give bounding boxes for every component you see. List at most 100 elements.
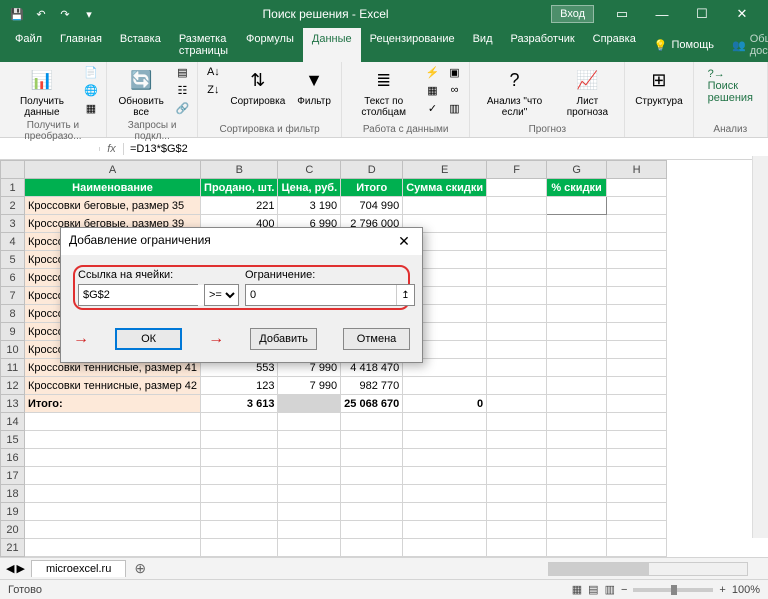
tab-review[interactable]: Рецензирование bbox=[361, 28, 464, 62]
horizontal-scrollbar[interactable] bbox=[154, 562, 768, 576]
sort-za-icon[interactable]: Z↓ bbox=[204, 82, 222, 98]
queries-icon[interactable]: ▤ bbox=[173, 64, 191, 80]
table-row: 20 bbox=[1, 521, 667, 539]
col-header[interactable]: H bbox=[607, 161, 667, 179]
table-row: 13Итого:3 61325 068 6700 bbox=[1, 395, 667, 413]
range-picker-icon[interactable]: ↥ bbox=[396, 285, 414, 305]
tab-layout[interactable]: Разметка страницы bbox=[170, 28, 237, 62]
cancel-button[interactable]: Отмена bbox=[343, 328, 410, 350]
table-row: 15 bbox=[1, 431, 667, 449]
titlebar: 💾 ↶ ↷ ▾ Поиск решения - Excel Вход ▭ — ☐… bbox=[0, 0, 768, 28]
zoom-out-icon[interactable]: − bbox=[621, 584, 627, 596]
refresh-all-button[interactable]: 🔄 Обновить все bbox=[113, 64, 169, 120]
sort-button[interactable]: ⇅ Сортировка bbox=[226, 64, 289, 109]
tab-insert[interactable]: Вставка bbox=[111, 28, 170, 62]
table-row: 1 Наименование Продано, шт. Цена, руб. И… bbox=[1, 179, 667, 197]
solver-button[interactable]: ?→ Поиск решения bbox=[700, 64, 761, 108]
tell-me[interactable]: 💡Помощь bbox=[645, 28, 723, 62]
flash-fill-icon[interactable]: ⚡ bbox=[423, 64, 441, 80]
fx-icon[interactable]: fx bbox=[100, 143, 124, 155]
ok-button[interactable]: ОК bbox=[115, 328, 182, 350]
zoom-level[interactable]: 100% bbox=[732, 584, 760, 596]
dialog-title: Добавление ограничения bbox=[69, 233, 211, 250]
minimize-icon[interactable]: — bbox=[642, 0, 682, 28]
properties-icon[interactable]: ☷ bbox=[173, 82, 191, 98]
zoom-slider[interactable] bbox=[633, 588, 713, 592]
operator-select[interactable]: >= bbox=[204, 284, 239, 306]
remove-dup-icon[interactable]: ▦ bbox=[423, 82, 441, 98]
structure-button[interactable]: ⊞ Структура bbox=[631, 64, 686, 109]
tab-developer[interactable]: Разработчик bbox=[502, 28, 584, 62]
maximize-icon[interactable]: ☐ bbox=[682, 0, 722, 28]
relationships-icon[interactable]: ∞ bbox=[445, 82, 463, 98]
sort-az-icon[interactable]: A↓ bbox=[204, 64, 222, 80]
sheet-tab[interactable]: microexcel.ru bbox=[31, 560, 126, 577]
cell-ref-label: Ссылка на ячейки: bbox=[78, 269, 198, 281]
prev-sheet-icon[interactable]: ◀ bbox=[6, 562, 14, 575]
col-header[interactable]: G bbox=[547, 161, 607, 179]
add-sheet-icon[interactable]: ⊕ bbox=[126, 560, 154, 577]
col-header[interactable]: D bbox=[341, 161, 403, 179]
ribbon-options-icon[interactable]: ▭ bbox=[602, 0, 642, 28]
filter-button[interactable]: ▼ Фильтр bbox=[293, 64, 335, 109]
view-normal-icon[interactable]: ▦ bbox=[572, 583, 582, 596]
share-icon: 👥 bbox=[732, 39, 746, 52]
undo-icon[interactable]: ↶ bbox=[30, 3, 52, 25]
col-header[interactable]: E bbox=[403, 161, 487, 179]
login-button[interactable]: Вход bbox=[551, 5, 594, 23]
consolidate-icon[interactable]: ▣ bbox=[445, 64, 463, 80]
from-web-icon[interactable]: 🌐 bbox=[82, 82, 100, 98]
get-data-icon: 📊 bbox=[28, 66, 56, 94]
qat-more-icon[interactable]: ▾ bbox=[78, 3, 100, 25]
table-row: 16 bbox=[1, 449, 667, 467]
constraint-label: Ограничение: bbox=[245, 269, 415, 281]
bulb-icon: 💡 bbox=[654, 39, 668, 52]
col-header[interactable]: A bbox=[25, 161, 201, 179]
dialog-close-icon[interactable]: ✕ bbox=[394, 233, 414, 250]
col-header[interactable]: B bbox=[201, 161, 278, 179]
sheet-tabs: ◀ ▶ microexcel.ru ⊕ bbox=[0, 557, 768, 579]
forecast-icon: 📈 bbox=[573, 66, 601, 94]
tab-formulas[interactable]: Формулы bbox=[237, 28, 303, 62]
refresh-icon: 🔄 bbox=[127, 66, 155, 94]
table-row: 12Кроссовки теннисные, размер 421237 990… bbox=[1, 377, 667, 395]
table-row: 19 bbox=[1, 503, 667, 521]
text-to-columns-button[interactable]: ≣ Текст по столбцам bbox=[348, 64, 420, 120]
add-button[interactable]: Добавить bbox=[250, 328, 317, 350]
edit-links-icon[interactable]: 🔗 bbox=[173, 100, 191, 116]
tab-data[interactable]: Данные bbox=[303, 28, 361, 62]
from-text-icon[interactable]: 📄 bbox=[82, 64, 100, 80]
arrow-annotation: → bbox=[73, 330, 89, 348]
sort-icon: ⇅ bbox=[244, 66, 272, 94]
zoom-in-icon[interactable]: + bbox=[719, 584, 725, 596]
tab-help[interactable]: Справка bbox=[584, 28, 645, 62]
view-break-icon[interactable]: ▥ bbox=[605, 583, 615, 596]
vertical-scrollbar[interactable] bbox=[752, 156, 768, 538]
share-button[interactable]: 👥Общий доступ bbox=[723, 28, 768, 62]
redo-icon[interactable]: ↷ bbox=[54, 3, 76, 25]
get-data-button[interactable]: 📊 Получить данные bbox=[6, 64, 78, 120]
save-icon[interactable]: 💾 bbox=[6, 3, 28, 25]
col-header[interactable]: C bbox=[278, 161, 341, 179]
forecast-button[interactable]: 📈 Лист прогноза bbox=[557, 64, 619, 120]
tab-file[interactable]: Файл bbox=[6, 28, 51, 62]
validation-icon[interactable]: ✓ bbox=[423, 100, 441, 116]
status-text: Готово bbox=[8, 584, 42, 596]
select-all[interactable] bbox=[1, 161, 25, 179]
data-model-icon[interactable]: ▥ bbox=[445, 100, 463, 116]
view-layout-icon[interactable]: ▤ bbox=[588, 583, 598, 596]
from-table-icon[interactable]: ▦ bbox=[82, 100, 100, 116]
close-icon[interactable]: ✕ bbox=[722, 0, 762, 28]
structure-icon: ⊞ bbox=[645, 66, 673, 94]
whatif-button[interactable]: ? Анализ "что если" bbox=[476, 64, 552, 120]
filter-icon: ▼ bbox=[300, 66, 328, 94]
next-sheet-icon[interactable]: ▶ bbox=[16, 562, 24, 575]
name-box[interactable] bbox=[0, 147, 100, 151]
table-row: 14 bbox=[1, 413, 667, 431]
constraint-input[interactable] bbox=[246, 285, 396, 305]
tab-view[interactable]: Вид bbox=[464, 28, 502, 62]
tab-home[interactable]: Главная bbox=[51, 28, 111, 62]
formula-input[interactable]: =D13*$G$2 bbox=[124, 141, 768, 157]
statusbar: Готово ▦ ▤ ▥ − + 100% bbox=[0, 579, 768, 599]
col-header[interactable]: F bbox=[487, 161, 547, 179]
